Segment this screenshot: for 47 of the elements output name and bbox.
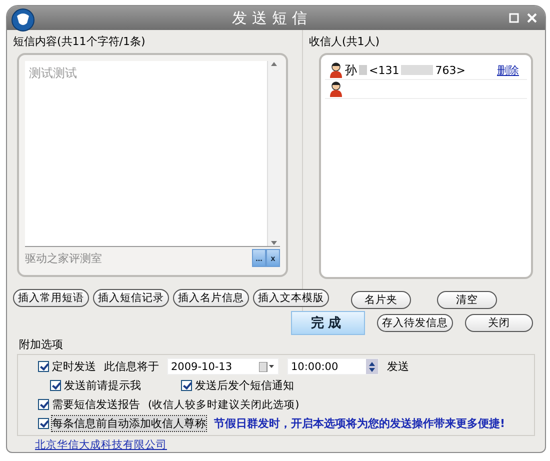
person-icon <box>329 62 343 78</box>
message-heading: 短信内容(共11个字符/1条) <box>13 34 146 49</box>
redaction-mark <box>359 65 367 75</box>
insert-button[interactable]: 插入短信记录 <box>93 289 169 307</box>
company-link[interactable]: 北京华信大成科技有限公司 <box>35 438 167 452</box>
scroll-down-icon[interactable] <box>270 240 278 246</box>
checkbox[interactable] <box>38 361 49 372</box>
checkbox-label: 定时发送 <box>52 359 96 374</box>
time-field[interactable]: 10:00:00 <box>287 358 379 375</box>
recipient-button[interactable]: 名片夹 <box>351 291 411 309</box>
checkbox[interactable] <box>38 399 49 410</box>
checkbox-label: 发送前请提示我 <box>64 378 141 393</box>
options-heading: 附加选项 <box>18 337 64 352</box>
checkbox-label: 发送后发个短信通知 <box>195 378 294 393</box>
phone-prefix: <131 <box>369 64 400 76</box>
checkbox[interactable] <box>181 380 192 391</box>
recipients-heading: 收信人(共1人) <box>309 34 381 49</box>
spinner-arrows-icon[interactable] <box>368 360 376 372</box>
action-button[interactable]: 存入待发信息 <box>377 314 453 332</box>
insert-button[interactable]: 插入文本模版 <box>253 289 329 307</box>
action-button[interactable]: 关闭 <box>465 314 533 332</box>
option-note: (收信人较多时建议关闭此选项) <box>148 398 300 412</box>
checkbox[interactable] <box>50 380 61 391</box>
scroll-up-icon[interactable] <box>270 61 278 67</box>
date-picker[interactable]: 2009-10-13 <box>167 358 279 375</box>
signature-button[interactable]: ... <box>252 249 266 267</box>
done-button[interactable]: 完成 <box>291 311 365 335</box>
schedule-label: 此信息将于 <box>104 359 159 374</box>
phone-suffix: 763> <box>435 64 466 76</box>
app-logo-icon <box>11 8 35 32</box>
window-title: 发送短信 <box>231 8 313 28</box>
delete-link[interactable]: 删除 <box>497 62 519 78</box>
redaction-mark <box>401 65 434 75</box>
signature-button[interactable]: x <box>266 249 280 267</box>
tip-text: 节假日群发时，开启本选项将为您的发送操作带来更多便捷! <box>214 416 506 431</box>
checkbox[interactable] <box>38 418 49 429</box>
checkbox-label: 需要短信发送报告 <box>52 397 140 412</box>
person-icon <box>329 81 343 97</box>
calendar-dropdown-icon[interactable] <box>259 362 275 372</box>
checkbox-label: 每条信息前自动添加收信人尊称 <box>52 416 206 431</box>
recipient-name: 孙 <box>345 62 357 78</box>
insert-button[interactable]: 插入名片信息 <box>173 289 249 307</box>
send-label: 发送 <box>387 359 409 374</box>
recipient-button[interactable]: 清空 <box>437 291 497 309</box>
insert-button[interactable]: 插入常用短语 <box>13 289 89 307</box>
close-icon[interactable] <box>527 13 537 23</box>
maximize-icon[interactable] <box>509 13 519 23</box>
